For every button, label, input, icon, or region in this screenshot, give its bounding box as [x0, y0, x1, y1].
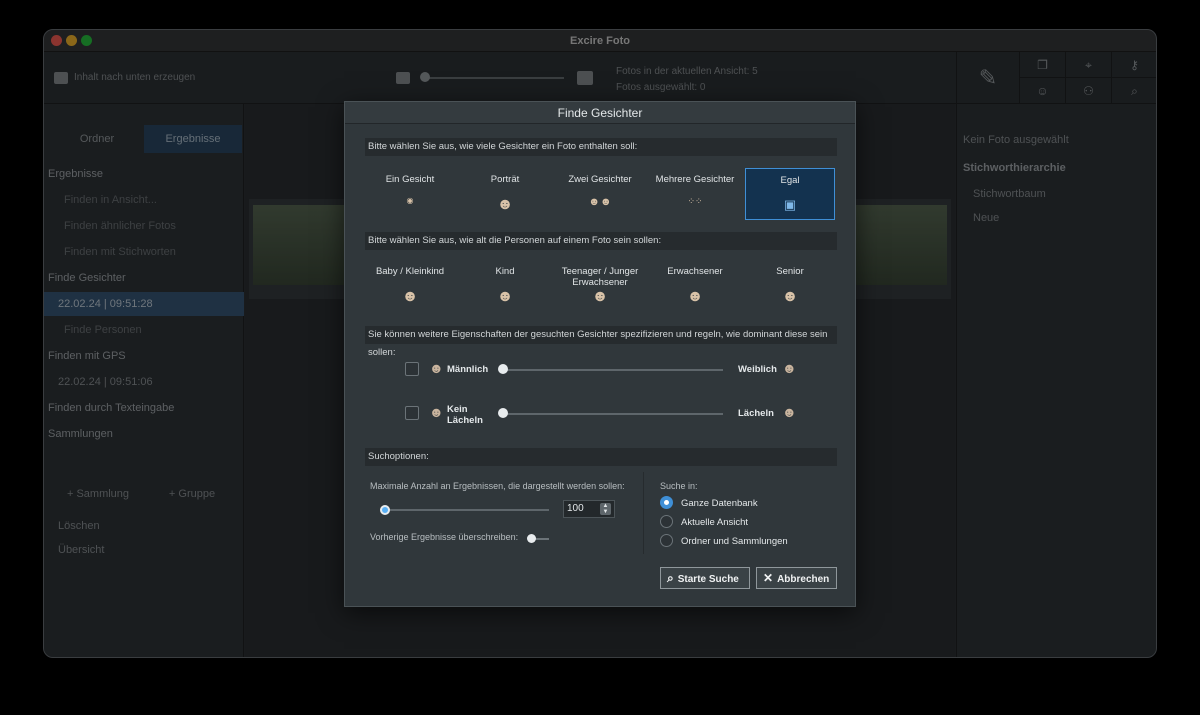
- start-search-label: Starte Suche: [677, 574, 739, 585]
- no-smile-face-icon: ☻: [429, 404, 444, 420]
- portrait-face-icon: ☻: [496, 196, 514, 213]
- max-results-slider-track[interactable]: [385, 509, 549, 511]
- option-erwachsener[interactable]: Erwachsener ☻: [650, 260, 740, 314]
- gender-slider-knob[interactable]: [498, 364, 508, 374]
- option-label: Senior: [776, 266, 804, 277]
- option-label: Porträt: [490, 174, 520, 185]
- option-teenager[interactable]: Teenager / Junger Erwachsener ☻: [555, 260, 645, 314]
- close-icon: ✕: [763, 571, 774, 585]
- radio-label: Ganze Datenbank: [681, 498, 758, 509]
- male-label: Männlich: [447, 364, 489, 375]
- adult-face-icon: ☻: [686, 288, 704, 305]
- trait-row-smile: ☻ Kein Lächeln Lächeln ☻: [405, 402, 805, 430]
- search-in-label: Suche in:: [660, 481, 698, 491]
- smile-slider-knob[interactable]: [498, 408, 508, 418]
- cancel-label: Abbrechen: [777, 574, 830, 585]
- smile-checkbox[interactable]: [405, 406, 419, 420]
- search-in-panel: Suche in: Ganze Datenbank Aktuelle Ansic…: [643, 472, 837, 554]
- max-results-field[interactable]: 100 ▲ ▼: [563, 500, 615, 518]
- option-label: Zwei Gesichter: [568, 174, 632, 185]
- section-traits: Sie können weitere Eigenschaften der ges…: [365, 326, 837, 358]
- radio-ganze-datenbank[interactable]: [660, 496, 673, 509]
- radio-label: Ordner und Sammlungen: [681, 536, 788, 547]
- overwrite-label: Vorherige Ergebnisse überschreiben:: [370, 532, 519, 542]
- teen-face-icon: ☻: [591, 288, 609, 305]
- max-results-label: Maximale Anzahl an Ergebnissen, die darg…: [370, 481, 625, 491]
- option-senior[interactable]: Senior ☻: [745, 260, 835, 314]
- female-label: Weiblich: [738, 364, 777, 375]
- option-zwei-gesichter[interactable]: Zwei Gesichter ☻☻: [555, 168, 645, 220]
- two-faces-icon: ☻☻: [588, 196, 612, 208]
- baby-face-icon: ☻: [401, 288, 419, 305]
- senior-face-icon: ☻: [781, 288, 799, 305]
- section-face-count: Bitte wählen Sie aus, wie viele Gesichte…: [365, 138, 837, 156]
- no-smile-label: Kein Lächeln: [447, 404, 483, 426]
- child-face-icon: ☻: [496, 288, 514, 305]
- radio-label: Aktuelle Ansicht: [681, 517, 749, 528]
- cancel-button[interactable]: ✕ Abbrechen: [756, 567, 837, 589]
- any-faces-icon: ▣: [783, 197, 797, 212]
- trait-row-gender: ☻ Männlich Weiblich ☻: [405, 358, 805, 382]
- smile-face-icon: ☻: [782, 404, 797, 420]
- option-label: Egal: [780, 175, 800, 186]
- option-kind[interactable]: Kind ☻: [460, 260, 550, 314]
- find-faces-dialog: Finde Gesichter Bitte wählen Sie aus, wi…: [344, 101, 856, 607]
- max-results-value: 100: [567, 503, 584, 514]
- gender-slider-track[interactable]: [500, 369, 723, 371]
- start-search-button[interactable]: ⌕ Starte Suche: [660, 567, 750, 589]
- dialog-title: Finde Gesichter: [345, 102, 855, 124]
- search-icon: ⌕: [667, 571, 674, 585]
- option-label: Erwachsener: [667, 266, 723, 277]
- radio-aktuelle-ansicht[interactable]: [660, 515, 673, 528]
- option-label: Ein Gesicht: [385, 174, 435, 185]
- max-results-slider-knob[interactable]: [380, 505, 390, 515]
- option-portrait[interactable]: Porträt ☻: [460, 168, 550, 220]
- option-mehrere-gesichter[interactable]: Mehrere Gesichter ⁘⁘: [650, 168, 740, 220]
- option-egal[interactable]: Egal ▣: [745, 168, 835, 220]
- option-label: Baby / Kleinkind: [375, 266, 445, 277]
- option-label: Kind: [495, 266, 515, 277]
- smile-label: Lächeln: [738, 408, 774, 419]
- male-face-icon: ☻: [429, 360, 444, 376]
- max-results-stepper[interactable]: ▲ ▼: [600, 503, 611, 515]
- single-small-face-icon: ◉: [406, 196, 414, 205]
- section-age: Bitte wählen Sie aus, wie alt die Person…: [365, 232, 837, 250]
- smile-slider-track[interactable]: [500, 413, 723, 415]
- gender-checkbox[interactable]: [405, 362, 419, 376]
- option-label: Teenager / Junger Erwachsener: [561, 266, 639, 288]
- max-results-panel: Maximale Anzahl an Ergebnissen, die darg…: [365, 472, 635, 554]
- overwrite-toggle-knob[interactable]: [527, 534, 536, 543]
- option-ein-gesicht[interactable]: Ein Gesicht ◉: [365, 168, 455, 220]
- radio-ordner-sammlungen[interactable]: [660, 534, 673, 547]
- many-faces-icon: ⁘⁘: [687, 196, 703, 206]
- option-label: Mehrere Gesichter: [655, 174, 735, 185]
- section-search-options: Suchoptionen:: [365, 448, 837, 466]
- female-face-icon: ☻: [782, 360, 797, 376]
- option-baby[interactable]: Baby / Kleinkind ☻: [365, 260, 455, 314]
